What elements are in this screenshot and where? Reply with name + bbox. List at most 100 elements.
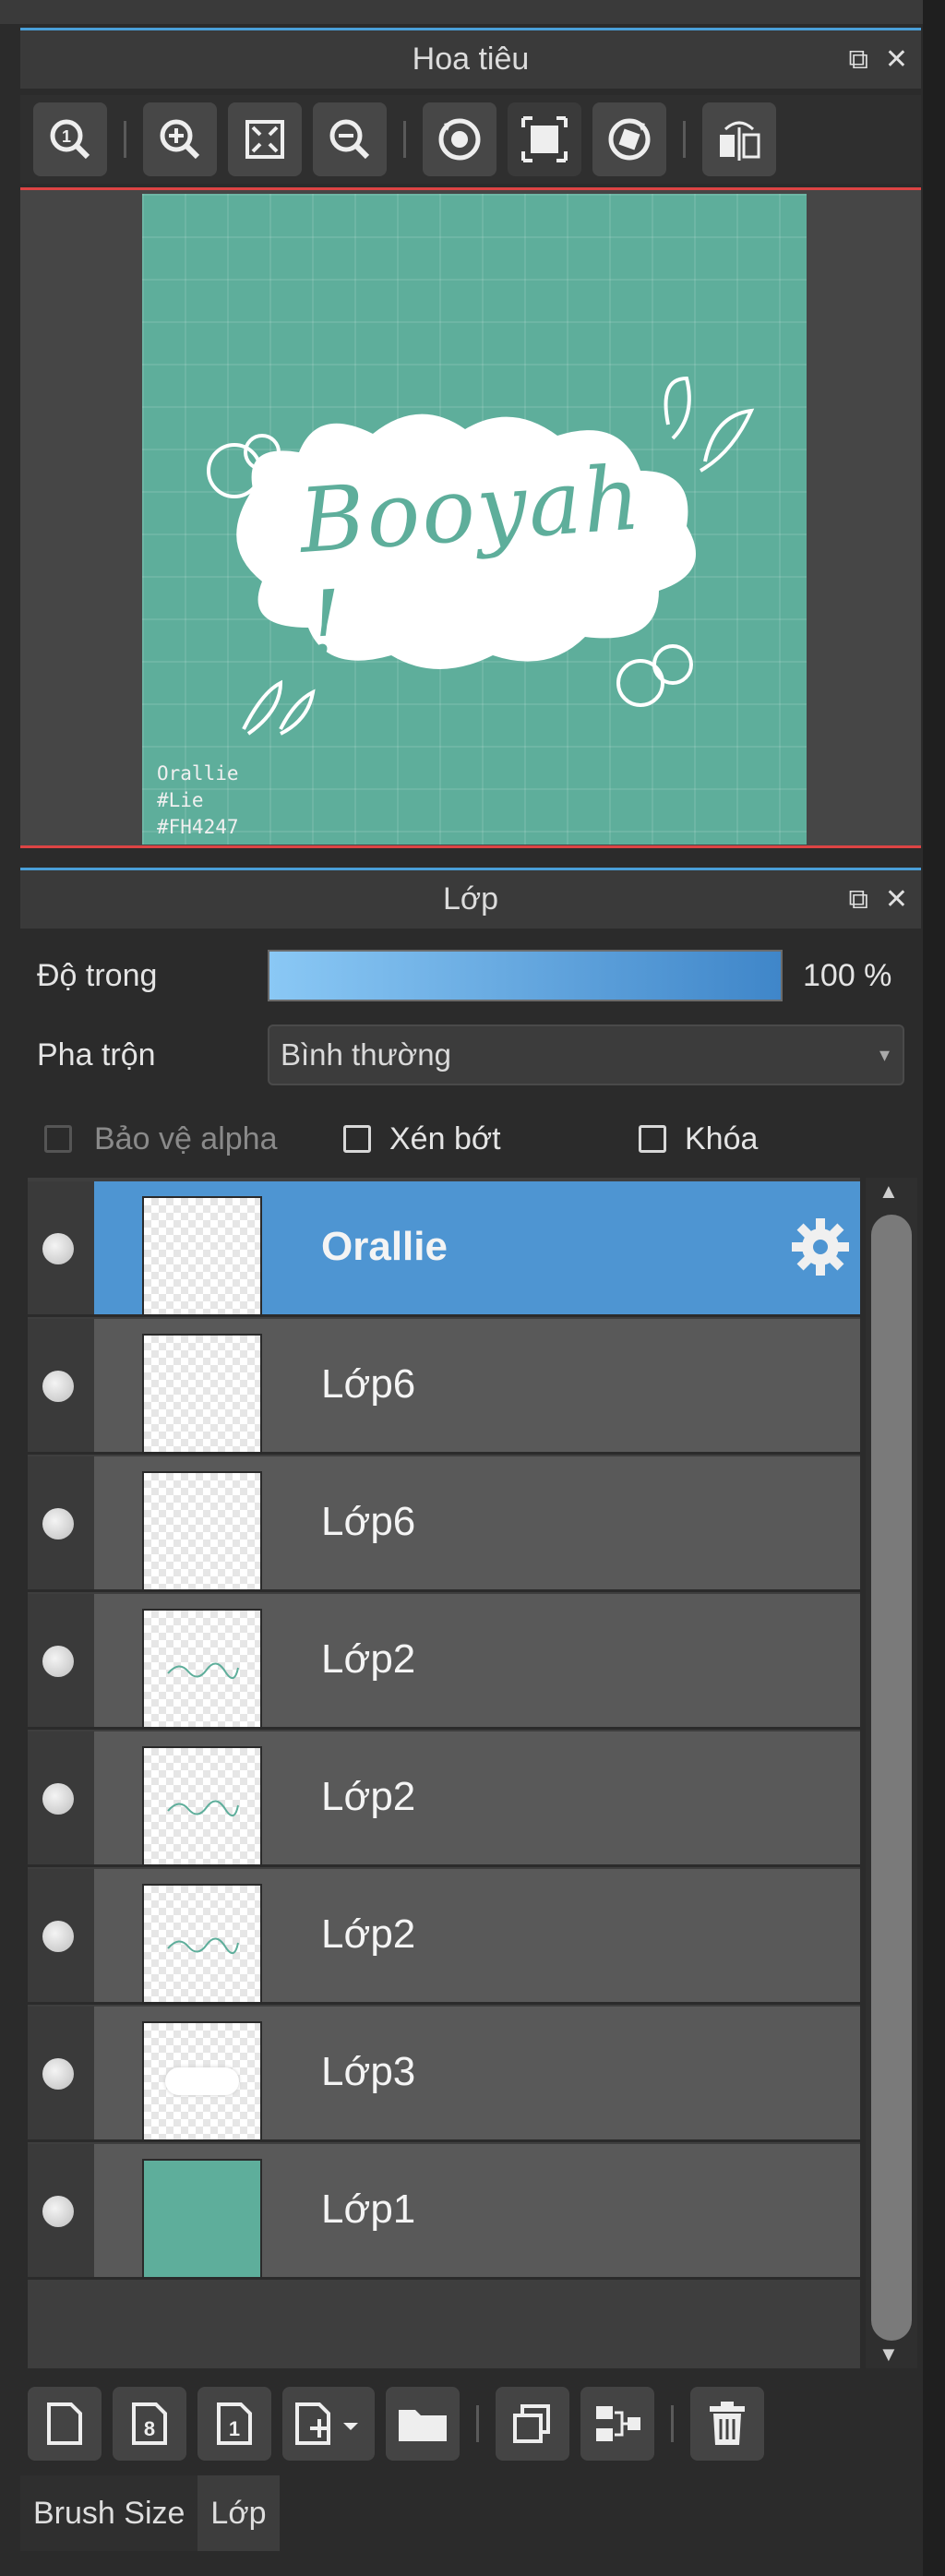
layer-name: Lớp2: [321, 1636, 416, 1682]
folder-icon: [399, 2410, 447, 2441]
signature-line: #Lie: [157, 789, 204, 811]
flip-icon: [720, 121, 760, 161]
merge-layer-button[interactable]: [580, 2387, 654, 2461]
layer-scrollbar[interactable]: ▲ ▼: [866, 1178, 917, 2368]
fit-button[interactable]: [228, 102, 302, 176]
visibility-toggle[interactable]: [28, 1869, 94, 2002]
layer-name: Lớp1: [321, 2187, 416, 2232]
zoom-actual-icon: 1: [50, 119, 90, 160]
navigator-title: Hoa tiêu: [412, 42, 530, 77]
new-layer-icon: [47, 2402, 82, 2445]
protect-alpha-label: Bảo vệ alpha: [94, 1121, 278, 1156]
visibility-toggle[interactable]: [28, 1456, 94, 1589]
layer-thumbnail: [142, 2159, 262, 2279]
layer-thumbnail: [142, 1334, 262, 1454]
lock-checkbox[interactable]: [639, 1125, 666, 1153]
layer-name: Lớp6: [321, 1499, 416, 1544]
visibility-toggle[interactable]: [28, 2144, 94, 2277]
scroll-down-icon[interactable]: ▼: [879, 2342, 899, 2366]
zoom-in-button[interactable]: [143, 102, 217, 176]
1bit-layer-icon: 1: [217, 2402, 252, 2445]
layer-row[interactable]: Lớp2: [28, 1594, 860, 1730]
8bit-layer-icon: 8: [132, 2402, 167, 2445]
scroll-thumb[interactable]: [871, 1215, 912, 2341]
clipping-checkbox[interactable]: [343, 1125, 371, 1153]
lettering-thumbnail-icon: [167, 1800, 239, 1816]
scroll-up-icon[interactable]: ▲: [879, 1180, 899, 1204]
fit-icon: [245, 120, 284, 159]
visibility-dot-icon: [42, 1921, 74, 1952]
fullscreen-icon: [521, 116, 568, 162]
visibility-dot-icon: [42, 2196, 74, 2227]
visibility-toggle[interactable]: [28, 1181, 94, 1314]
duplicate-icon: [513, 2404, 550, 2443]
layer-toolbar: 8 1: [28, 2379, 764, 2468]
visibility-dot-icon: [42, 1233, 74, 1264]
clipping-label: Xén bớt: [389, 1121, 501, 1156]
visibility-dot-icon: [42, 1508, 74, 1540]
popout-icon[interactable]: ⧉: [848, 44, 867, 76]
layer-row[interactable]: Lớp1: [28, 2144, 860, 2280]
chevron-down-icon: ▾: [879, 1043, 890, 1066]
svg-text:8: 8: [144, 2417, 155, 2440]
tab-layer-label: Lớp: [210, 2495, 267, 2531]
gear-icon[interactable]: [788, 1215, 853, 1279]
layer-row[interactable]: Orallie: [28, 1181, 860, 1317]
fullscreen-button[interactable]: [508, 102, 581, 176]
visibility-toggle[interactable]: [28, 1731, 94, 1864]
delete-layer-button[interactable]: [690, 2387, 764, 2461]
zoom-out-icon: [329, 119, 370, 160]
trash-icon: [710, 2402, 745, 2445]
opacity-slider[interactable]: [268, 950, 783, 1001]
new-folder-button[interactable]: [386, 2387, 460, 2461]
layer-title-bar: Lớp ⧉ ✕: [20, 868, 921, 929]
right-edge: [923, 0, 945, 2576]
layer-name: Orallie: [321, 1224, 448, 1269]
layer-row[interactable]: Lớp2: [28, 1731, 860, 1867]
popout-icon[interactable]: ⧉: [848, 884, 867, 916]
zoom-out-button[interactable]: [313, 102, 387, 176]
tab-brush-size[interactable]: Brush Size: [20, 2475, 198, 2551]
blend-mode-select[interactable]: Bình thường ▾: [268, 1024, 904, 1085]
svg-text:1: 1: [62, 127, 71, 146]
rotate-left-icon: [438, 118, 481, 161]
add-special-layer-button[interactable]: [282, 2387, 375, 2461]
layer-row[interactable]: Lớp6: [28, 1456, 860, 1592]
navigator-panel: Hoa tiêu ⧉ ✕ 1 Booyah ! Orallie #Lie #FH…: [0, 0, 945, 868]
signature-line: Orallie: [157, 762, 239, 785]
layer-row[interactable]: Lớp6: [28, 1319, 860, 1455]
new-1bit-layer-button[interactable]: 1: [197, 2387, 271, 2461]
separator: [403, 121, 406, 158]
separator: [683, 121, 686, 158]
layer-name: Lớp3: [321, 2049, 416, 2094]
layer-thumbnail: [142, 1609, 262, 1729]
navigator-preview[interactable]: Booyah ! Orallie #Lie #FH4247: [20, 187, 921, 848]
zoom-actual-button[interactable]: 1: [33, 102, 107, 176]
protect-alpha-checkbox: [44, 1125, 72, 1153]
visibility-dot-icon: [42, 1371, 74, 1402]
close-icon[interactable]: ✕: [885, 883, 908, 916]
separator: [671, 2405, 674, 2442]
layer-thumbnail: [142, 2021, 262, 2141]
flip-button[interactable]: [702, 102, 776, 176]
tab-layer[interactable]: Lớp: [197, 2475, 280, 2551]
new-layer-button[interactable]: [28, 2387, 102, 2461]
duplicate-layer-button[interactable]: [496, 2387, 569, 2461]
visibility-toggle[interactable]: [28, 1594, 94, 1727]
close-icon[interactable]: ✕: [885, 43, 908, 76]
tab-brush-size-label: Brush Size: [33, 2495, 185, 2531]
blend-mode-value: Bình thường: [281, 1037, 452, 1072]
layer-name: Lớp6: [321, 1361, 416, 1407]
cloud-thumbnail-icon: [165, 2067, 239, 2095]
layer-thumbnail: [142, 1746, 262, 1866]
visibility-toggle[interactable]: [28, 2007, 94, 2139]
new-8bit-layer-button[interactable]: 8: [113, 2387, 186, 2461]
layer-name: Lớp2: [321, 1774, 416, 1819]
layer-row[interactable]: Lớp3: [28, 2007, 860, 2142]
rotate-left-button[interactable]: [423, 102, 496, 176]
visibility-toggle[interactable]: [28, 1319, 94, 1452]
layer-row[interactable]: Lớp2: [28, 1869, 860, 2005]
zoom-in-icon: [160, 119, 200, 160]
rotate-right-button[interactable]: [592, 102, 666, 176]
navigator-toolbar: 1: [20, 95, 921, 184]
